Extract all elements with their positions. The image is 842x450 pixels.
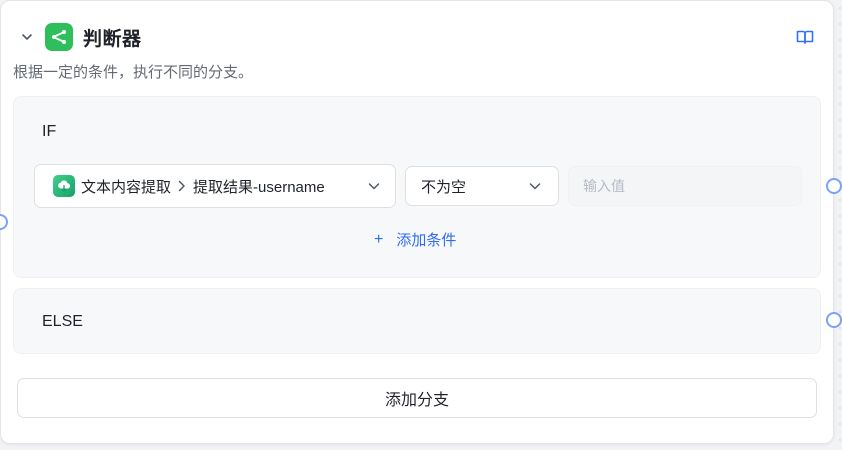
if-label: IF [42,123,57,140]
else-branch: ELSE [13,288,821,354]
variable-field: 提取结果-username [193,178,325,196]
add-condition-button[interactable]: + 添加条件 [374,229,456,250]
if-output-port[interactable] [826,178,842,194]
node-header: 判断器 [17,23,142,51]
text-extract-icon [53,175,75,197]
plus-icon: + [374,230,384,248]
if-branch: IF 文本内容提取 提取结果-username 不为空 输入值 + 添加条件 [13,96,821,278]
condition-value-input[interactable] [568,166,802,206]
operator-value: 不为空 [421,178,467,196]
add-condition-label: 添加条件 [396,232,457,249]
chevron-down-icon [528,179,542,198]
else-label: ELSE [42,313,83,330]
variable-selector[interactable]: 文本内容提取 提取结果-username [34,164,396,208]
operator-select[interactable]: 不为空 [405,166,559,206]
condition-node[interactable]: 判断器 根据一定的条件，执行不同的分支。 IF 文本内容提取 提取结果-user… [0,0,834,444]
path-separator-icon [177,179,187,193]
docs-book-icon[interactable] [795,27,815,47]
chevron-down-icon [367,179,381,198]
variable-source: 文本内容提取 [81,178,172,196]
collapse-chevron-icon[interactable] [17,27,37,47]
node-title: 判断器 [83,28,142,50]
branch-icon [45,23,73,51]
node-description: 根据一定的条件，执行不同的分支。 [13,64,254,81]
add-branch-button[interactable]: 添加分支 [17,378,817,418]
else-output-port[interactable] [826,312,842,328]
